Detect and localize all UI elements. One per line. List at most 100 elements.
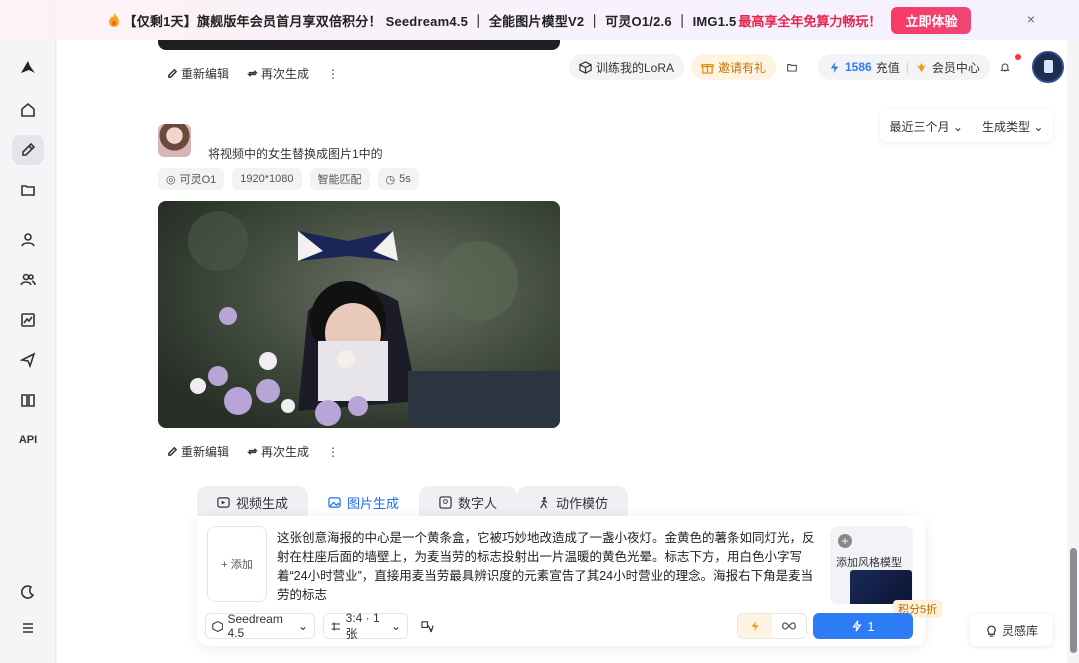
unlimited-mode-toggle[interactable] — [772, 614, 806, 638]
train-lora-label: 训练我的LoRA — [596, 60, 675, 75]
inspiration-library-button[interactable]: 灵感库 — [970, 614, 1053, 646]
inspiration-label: 灵感库 — [1001, 623, 1038, 638]
ratio-select[interactable]: 3:4 · 1张 ⌄ — [323, 611, 408, 641]
cube-icon — [212, 620, 224, 632]
create-icon[interactable] — [12, 135, 44, 165]
folder-icon — [787, 63, 797, 72]
invite-button[interactable]: 邀请有礼 — [691, 54, 777, 80]
add-style-model-card[interactable]: + 添加风格模型 — [830, 526, 913, 604]
generated-image[interactable] — [158, 201, 560, 428]
api-label: API — [18, 434, 38, 446]
chevron-down-icon: ⌄ — [952, 119, 963, 134]
user-avatar[interactable] — [1032, 51, 1064, 83]
digital-human-icon — [439, 495, 452, 509]
close-icon[interactable]: × — [1027, 11, 1035, 27]
fast-mode-toggle[interactable] — [738, 614, 772, 638]
folder-icon[interactable] — [12, 175, 44, 205]
tab-video-label: 视频生成 — [236, 495, 289, 511]
previous-generated-image[interactable] — [158, 40, 560, 50]
prompt-text: 将视频中的女生替换成图片1中的 — [208, 147, 383, 161]
model-tag-label: 可灵O1 — [179, 174, 217, 186]
logo-icon[interactable] — [12, 52, 44, 82]
regenerate-button[interactable]: 再次生成 — [247, 443, 309, 460]
book-icon[interactable] — [12, 385, 44, 415]
resolution-tag: 1920*1080 — [232, 168, 302, 190]
api-link[interactable]: API — [12, 425, 44, 455]
tab-image-generation[interactable]: 图片生成 — [308, 486, 420, 518]
bell-icon — [1000, 63, 1010, 72]
regenerate-label: 再次生成 — [261, 67, 310, 81]
promo-banner: 【仅剩1天】旗舰版年会员首月享双倍积分！ Seedream4.5 ｜ 全能图片模… — [0, 0, 1079, 40]
pencil-icon — [168, 446, 178, 456]
ratio-tag: 智能匹配 — [309, 168, 370, 190]
menu-icon[interactable] — [12, 613, 44, 643]
user-icon[interactable] — [12, 225, 44, 255]
action-row-bottom: 重新编辑 再次生成 ⋮ — [167, 443, 339, 460]
more-button[interactable]: ⋮ — [327, 67, 339, 81]
edit-label: 重新编辑 — [181, 445, 230, 459]
chevron-down-icon: ⌄ — [1033, 119, 1044, 134]
users-icon[interactable] — [12, 265, 44, 295]
sidebar: API — [0, 40, 56, 663]
image-icon — [328, 496, 341, 508]
reference-thumbnail[interactable] — [158, 124, 191, 157]
train-lora-button[interactable]: 训练我的LoRA — [569, 54, 685, 80]
tag-list: ◎ 可灵O1 1920*1080 智能匹配 ◷ 5s — [158, 168, 419, 190]
video-icon — [217, 496, 230, 508]
points-display[interactable]: 1586 充值 | 会员中心 — [818, 54, 990, 80]
regenerate-button[interactable]: 再次生成 — [247, 65, 309, 82]
tab-digital-human[interactable]: 数字人 — [419, 486, 518, 518]
tab-image-label: 图片生成 — [347, 495, 400, 511]
time-filter[interactable]: 最近三个月 ⌄ — [890, 118, 963, 135]
model-select[interactable]: Seedream 4.5 ⌄ — [205, 612, 315, 640]
edit-button[interactable]: 重新编辑 — [167, 65, 229, 82]
theme-icon[interactable] — [12, 577, 44, 607]
lightning-icon — [852, 620, 862, 632]
chevron-down-icon: ⌄ — [390, 619, 401, 633]
notification-dot — [1015, 54, 1021, 60]
plus-icon: + — [838, 534, 852, 548]
tab-video-generation[interactable]: 视频生成 — [197, 486, 309, 518]
send-icon[interactable] — [12, 345, 44, 375]
translate-button[interactable] — [421, 613, 443, 639]
home-icon[interactable] — [12, 95, 44, 125]
invite-label: 邀请有礼 — [718, 60, 767, 75]
try-now-button[interactable]: 立即体验 — [891, 6, 972, 34]
resolution-tag-label: 1920*1080 — [240, 173, 294, 185]
ratio-icon — [331, 621, 340, 631]
action-row-top: 重新编辑 再次生成 ⋮ — [167, 65, 339, 82]
translate-icon — [421, 620, 434, 632]
scrollbar-thumb[interactable] — [1070, 548, 1077, 653]
infinity-icon — [782, 622, 796, 630]
tab-motion-imitation[interactable]: 动作模仿 — [517, 486, 629, 518]
tab-motion-label: 动作模仿 — [556, 495, 609, 511]
running-icon — [540, 496, 548, 508]
type-filter[interactable]: 生成类型 ⌄ — [982, 118, 1043, 135]
more-button[interactable]: ⋮ — [327, 445, 339, 459]
banner-hot-text: 最高享全年免算力畅玩！ — [738, 13, 882, 29]
folder-button[interactable] — [780, 54, 808, 80]
generate-count: 1 — [867, 618, 875, 634]
fire-icon — [108, 13, 119, 27]
tab-digital-human-label: 数字人 — [458, 495, 498, 511]
cube-icon — [579, 60, 592, 74]
edit-button[interactable]: 重新编辑 — [167, 443, 229, 460]
chart-icon[interactable] — [12, 305, 44, 335]
model-tag: ◎ 可灵O1 — [158, 168, 225, 190]
style-card-label: 添加风格模型 — [836, 557, 902, 569]
recharge-label[interactable]: 充值 — [876, 59, 900, 76]
edit-label: 重新编辑 — [181, 67, 230, 81]
generate-button[interactable]: 1 — [813, 613, 913, 639]
model-select-label: Seedream 4.5 — [227, 612, 283, 640]
ratio-tag-label: 智能匹配 — [317, 174, 362, 186]
banner-text: 【仅剩1天】旗舰版年会员首月享双倍积分！ Seedream4.5 ｜ 全能图片模… — [123, 13, 737, 29]
prompt-input[interactable]: 这张创意海报的中心是一个黄条盒，它被巧妙地改造成了一盏小夜灯。金黄色的薯条如同灯… — [277, 529, 817, 605]
clock-icon: ◷ — [385, 173, 396, 186]
member-center-label[interactable]: 会员中心 — [932, 59, 980, 76]
lightning-icon — [751, 620, 759, 632]
time-filter-label: 最近三个月 — [889, 119, 950, 134]
add-reference-button[interactable]: + 添加 — [207, 526, 267, 602]
generated-image-art — [158, 201, 560, 428]
style-thumbnail — [850, 570, 912, 604]
type-filter-label: 生成类型 — [982, 119, 1031, 134]
